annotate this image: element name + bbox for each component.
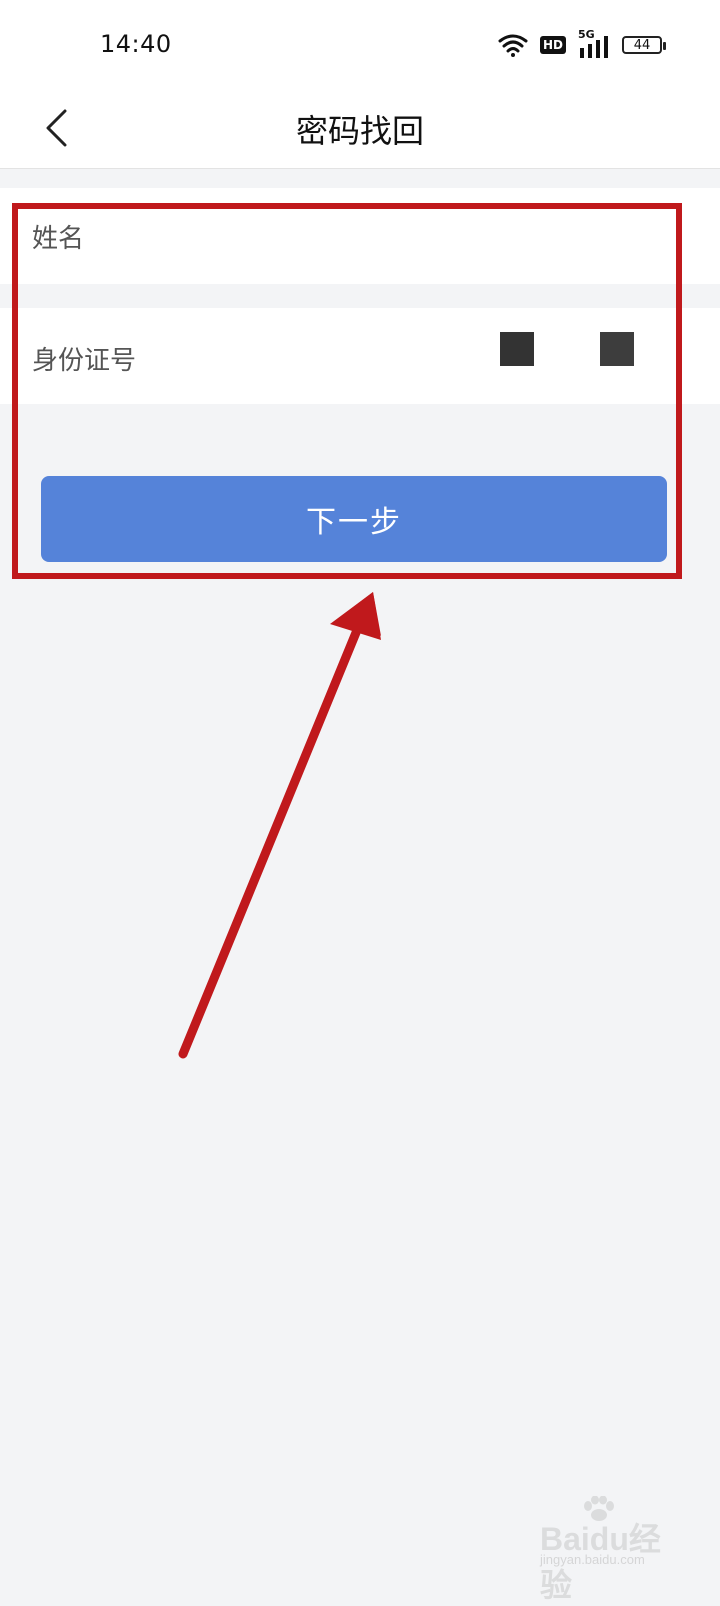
name-row: 姓名 (0, 188, 720, 284)
id-number-label: 身份证号 (32, 346, 137, 376)
hd-icon: HD (539, 36, 566, 54)
name-label: 姓名 (32, 224, 85, 254)
battery-level: 44 (633, 37, 651, 53)
wifi-icon (498, 34, 528, 57)
redaction-block (500, 332, 534, 366)
signal-5g-icon: 5G (578, 28, 610, 58)
status-icons: HD 5G 44 (498, 28, 666, 60)
id-number-input[interactable] (180, 338, 444, 380)
battery-icon: 44 (622, 36, 666, 54)
baidu-jingyan-watermark: Baidu经验 jingyan.baidu.com (540, 1496, 690, 1603)
status-time: 14:40 (100, 30, 172, 58)
id-number-row: 身份证号 (0, 308, 720, 404)
redaction-block (600, 332, 634, 366)
nav-bar: 密码找回 (0, 88, 720, 169)
next-step-button[interactable]: 下一步 (41, 476, 667, 562)
name-input[interactable] (180, 216, 444, 258)
watermark-url: jingyan.baidu.com (540, 1552, 645, 1567)
page-title: 密码找回 (295, 112, 424, 150)
status-bar: 14:40 HD 5G 44 (0, 0, 720, 88)
